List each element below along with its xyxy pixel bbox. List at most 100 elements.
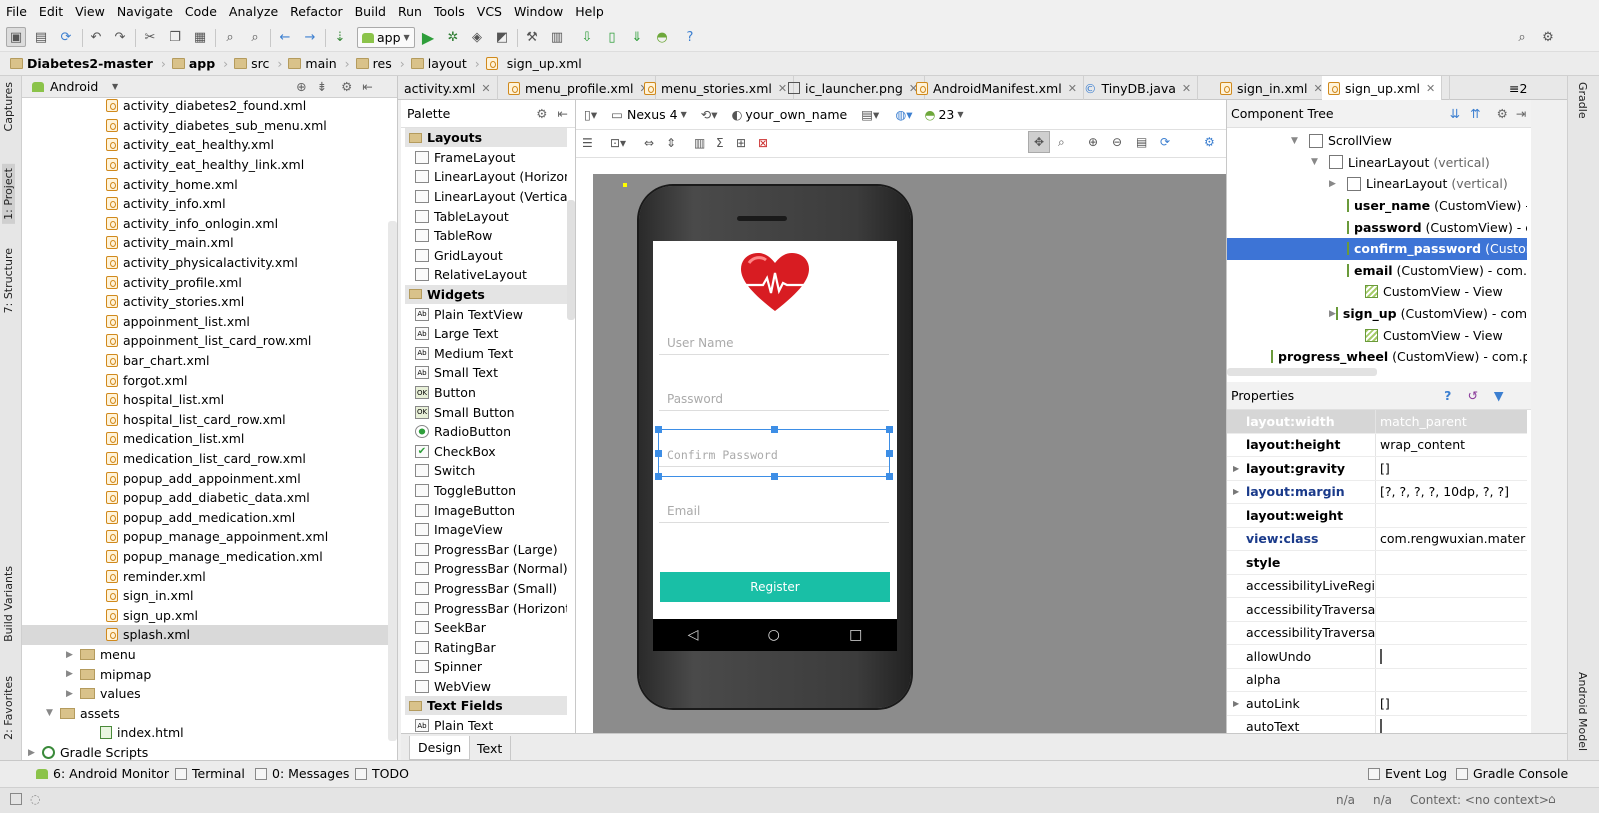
- crumb-main[interactable]: main ›: [288, 56, 355, 71]
- sync-gradle-icon[interactable]: ⇩: [577, 27, 597, 47]
- paste-icon[interactable]: ▦: [190, 27, 210, 47]
- hide-panel-icon[interactable]: ⇥: [1516, 106, 1526, 121]
- tree-file-item[interactable]: activity_stories.xml: [106, 292, 244, 312]
- collapse-all-icon[interactable]: ⇟: [317, 79, 327, 94]
- tab-design[interactable]: Design: [409, 736, 471, 760]
- property-row[interactable]: accessibilityTraversalAfte: [1227, 598, 1527, 622]
- palette-item[interactable]: FrameLayout: [415, 148, 515, 168]
- tool-tab-structure[interactable]: 7: Structure: [2, 248, 15, 313]
- expand-all-icon[interactable]: ⇊: [1450, 106, 1460, 121]
- property-row[interactable]: ▶ autoLink[]: [1227, 692, 1527, 716]
- palette-item[interactable]: OK Small Button: [415, 402, 515, 422]
- tool-tab-build-variants[interactable]: Build Variants: [2, 566, 15, 642]
- undo-icon[interactable]: ↶: [86, 27, 106, 47]
- grid-icon[interactable]: ☰: [582, 136, 593, 150]
- design-canvas[interactable]: User Name Password Confirm Password Emai…: [593, 174, 1226, 733]
- hide-panel-icon[interactable]: ⇤: [558, 106, 568, 121]
- crumb-src[interactable]: src ›: [234, 56, 288, 71]
- make-project-icon[interactable]: ⇣: [330, 27, 350, 47]
- sdk-download-icon[interactable]: ⇓: [627, 27, 647, 47]
- back-icon[interactable]: ←: [275, 27, 295, 47]
- gear-icon[interactable]: ⚙: [341, 79, 352, 94]
- find-icon[interactable]: ⌕: [220, 27, 240, 47]
- profile-icon[interactable]: ◩: [492, 27, 512, 47]
- user-name-field[interactable]: User Name: [659, 331, 889, 355]
- screenshot-icon[interactable]: ▤: [1136, 135, 1147, 149]
- cut-icon[interactable]: ✂: [140, 27, 160, 47]
- chevron-down-icon[interactable]: ▼: [46, 708, 60, 718]
- property-row[interactable]: autoText: [1227, 715, 1527, 733]
- tree-folder-item[interactable]: ▼ assets: [46, 704, 120, 724]
- palette-item[interactable]: TableLayout: [415, 206, 509, 226]
- component-tree-row[interactable]: ▶ LinearLayout (vertical): [1227, 173, 1527, 195]
- tree-file-item[interactable]: popup_manage_appoinment.xml: [106, 527, 328, 547]
- palette-item[interactable]: LinearLayout (Horizontal): [415, 167, 567, 187]
- property-row[interactable]: ▶ layout:margin [?, ?, ?, ?, 10dp, ?, ?]: [1227, 480, 1527, 504]
- zoom-in-icon[interactable]: ⊕: [1088, 135, 1098, 149]
- tree-file-item[interactable]: activity_info_onlogin.xml: [106, 214, 278, 234]
- editor-tab[interactable]: menu_profile.xml✕: [502, 76, 656, 100]
- fit-height-icon[interactable]: ⇕: [666, 136, 676, 150]
- gear-icon[interactable]: ⚙: [536, 106, 547, 121]
- property-value[interactable]: [1376, 719, 1526, 733]
- property-row[interactable]: layout:width match_parent: [1227, 410, 1527, 434]
- property-row[interactable]: layout:weight: [1227, 504, 1527, 528]
- palette-item[interactable]: Ab Small Text: [415, 363, 498, 383]
- tool-tab-captures[interactable]: Captures: [2, 82, 15, 131]
- component-tree-row[interactable]: user_name(CustomView) - co: [1227, 195, 1527, 217]
- debug-icon[interactable]: ✲: [443, 27, 463, 47]
- tree-file-item[interactable]: activity_diabetes2_found.xml: [106, 96, 306, 116]
- menu-analyze[interactable]: Analyze: [223, 4, 284, 19]
- tool-gradle-console[interactable]: Gradle Console: [1456, 766, 1568, 781]
- palette-item[interactable]: SeekBar: [415, 618, 486, 638]
- tree-file-item[interactable]: splash.xml: [22, 625, 388, 645]
- project-view-select[interactable]: Android: [50, 79, 110, 94]
- property-value[interactable]: []: [1376, 461, 1526, 476]
- menu-view[interactable]: View: [69, 4, 111, 19]
- tree-file-item[interactable]: forgot.xml: [106, 370, 187, 390]
- component-tree-row[interactable]: ▶ sign_up(CustomView) - com.ar: [1227, 303, 1527, 325]
- property-row[interactable]: allowUndo: [1227, 645, 1527, 669]
- gear-icon[interactable]: ⚙: [1204, 135, 1215, 149]
- editor-tab[interactable]: AndroidManifest.xml ✕: [910, 76, 1084, 100]
- tree-file-item[interactable]: reminder.xml: [106, 566, 206, 586]
- property-value[interactable]: wrap_content: [1376, 437, 1526, 452]
- tree-file-item[interactable]: activity_main.xml: [106, 233, 234, 253]
- crumb-layout[interactable]: layout ›: [410, 56, 486, 71]
- selection-box[interactable]: [655, 426, 893, 480]
- editor-tab[interactable]: ic_launcher.png ✕: [782, 76, 926, 100]
- property-row[interactable]: alpha: [1227, 668, 1527, 692]
- close-icon[interactable]: ✕: [1182, 82, 1191, 95]
- palette-item[interactable]: ProgressBar (Small): [415, 579, 557, 599]
- tree-file-item[interactable]: activity_physicalactivity.xml: [106, 253, 298, 273]
- menu-navigate[interactable]: Navigate: [111, 4, 179, 19]
- collapse-all-icon[interactable]: ⇈: [1470, 106, 1480, 121]
- palette-scrollbar[interactable]: [567, 200, 575, 320]
- settings-icon[interactable]: ⚙: [1538, 27, 1558, 47]
- property-value[interactable]: match_parent: [1376, 414, 1526, 429]
- property-value[interactable]: com.rengwuxian.material...: [1376, 531, 1526, 546]
- tree-folder-item[interactable]: ▶ values: [66, 684, 141, 704]
- locale-globe-icon[interactable]: ◍▾: [895, 107, 912, 122]
- palette-item[interactable]: Ab Plain Text: [415, 716, 493, 733]
- component-tree-row[interactable]: CustomView - View: [1227, 324, 1527, 346]
- tab-text[interactable]: Text: [469, 736, 512, 760]
- component-tree-row[interactable]: progress_wheel(CustomView) - com.pnik: [1227, 346, 1527, 368]
- property-row[interactable]: accessibilityTraversalBefc: [1227, 621, 1527, 645]
- menu-code[interactable]: Code: [179, 4, 223, 19]
- palette-item[interactable]: Switch: [415, 461, 475, 481]
- email-field[interactable]: Email: [659, 499, 889, 523]
- chevron-right-icon[interactable]: ▶: [66, 689, 80, 699]
- component-tree-row[interactable]: CustomView - View: [1227, 281, 1527, 303]
- palette-item[interactable]: Ab Plain TextView: [415, 304, 523, 324]
- chevron-right-icon[interactable]: ▶: [66, 669, 80, 679]
- palette-item[interactable]: WebView: [415, 677, 491, 697]
- palette-item[interactable]: OK Button: [415, 383, 476, 403]
- menu-vcs[interactable]: VCS: [471, 4, 508, 19]
- property-value[interactable]: [1376, 648, 1526, 664]
- tree-file-item[interactable]: appoinment_list_card_row.xml: [106, 331, 311, 351]
- tool-messages[interactable]: 0: Messages: [255, 766, 349, 781]
- component-tree-hscrollbar[interactable]: [1227, 368, 1377, 376]
- password-field[interactable]: Password: [659, 387, 889, 411]
- tool-todo[interactable]: TODO: [355, 766, 409, 781]
